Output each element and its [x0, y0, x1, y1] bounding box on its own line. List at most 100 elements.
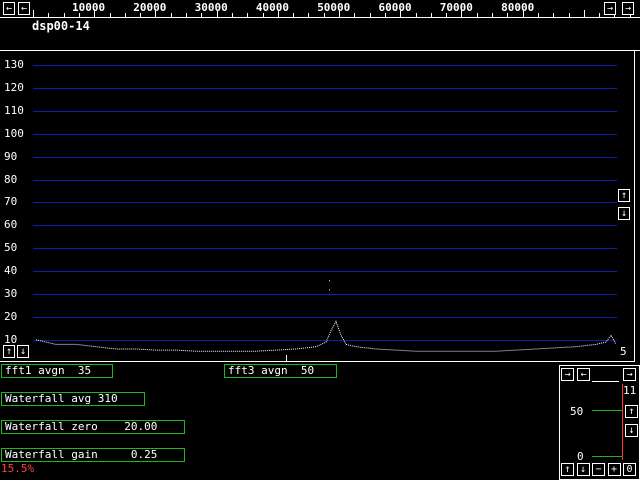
waterfall-gain-control[interactable]: Waterfall gain 0.25	[1, 448, 185, 462]
y-tick-label: 110	[4, 103, 24, 117]
grid-line	[33, 156, 617, 158]
grid-line	[33, 339, 617, 341]
y-tick-label: 120	[4, 80, 24, 94]
right-value-label: 5	[620, 345, 627, 358]
frequency-tick	[537, 13, 539, 17]
frequency-label: 60000	[378, 1, 412, 14]
frequency-tick	[522, 10, 524, 17]
mini-bottom-line	[592, 456, 622, 457]
frequency-tick	[170, 13, 172, 17]
mini-bottom-label: 0	[577, 450, 584, 463]
frequency-tick	[568, 13, 570, 17]
waterfall-zero-control[interactable]: Waterfall zero 20.00	[1, 420, 185, 434]
grid-line	[33, 179, 617, 181]
frequency-tick	[78, 13, 80, 17]
fft1-avgn-control[interactable]: fft1 avgn 35	[1, 364, 113, 378]
percent-indicator: 15.5%	[1, 462, 35, 475]
spectrum-offset-up-button[interactable]: ↑	[3, 345, 15, 358]
frequency-tick	[461, 10, 463, 17]
mini-left-arrow-button[interactable]: ←	[577, 368, 590, 381]
frequency-tick	[293, 13, 295, 17]
window-title: dsp00-14	[32, 19, 90, 33]
frequency-label: 50000	[317, 1, 351, 14]
frequency-tick	[201, 13, 203, 17]
frequency-label: 70000	[439, 1, 473, 14]
frequency-tick	[430, 13, 432, 17]
frequency-tick	[384, 13, 386, 17]
frequency-tick	[94, 10, 96, 17]
frequency-tick	[446, 13, 448, 17]
grid-line	[33, 271, 617, 273]
mini-red-line	[622, 384, 623, 460]
y-tick-label: 90	[4, 149, 18, 163]
frequency-tick	[507, 13, 509, 17]
spectrum-scale-up-button[interactable]: ↑	[618, 189, 630, 202]
mini-top-label: 11	[623, 384, 637, 397]
mini-row-up-button[interactable]: ↑	[561, 463, 574, 476]
frequency-tick	[231, 13, 233, 17]
grid-line	[33, 294, 617, 295]
frequency-tick	[186, 13, 187, 17]
scale-scroll-left-button[interactable]: ←	[18, 2, 30, 15]
frequency-tick	[369, 13, 371, 17]
frequency-label: 30000	[194, 1, 228, 14]
y-tick-label: 100	[4, 126, 24, 140]
mini-down-button[interactable]: ↓	[625, 424, 638, 437]
frequency-tick	[63, 13, 65, 17]
frequency-tick	[553, 13, 555, 17]
fft3-avgn-control[interactable]: fft3 avgn 50	[224, 364, 337, 378]
frequency-tick	[124, 13, 126, 17]
frequency-tick	[308, 13, 310, 17]
mini-row-zero-button[interactable]: 0	[623, 463, 636, 476]
y-tick-label: 30	[4, 287, 18, 300]
scale-left-arrow-button[interactable]: ←	[3, 2, 15, 15]
grid-line	[33, 248, 617, 250]
mini-up-button[interactable]: ↑	[625, 405, 638, 418]
frequency-tick	[415, 13, 417, 17]
y-tick-label: 50	[4, 241, 18, 255]
grid-line	[33, 225, 617, 227]
frequency-tick	[48, 13, 50, 17]
mini-right2-arrow-button[interactable]: →	[623, 368, 636, 381]
frequency-label: 40000	[255, 1, 290, 14]
scale-far-right-arrow-button[interactable]: →	[622, 2, 634, 15]
frequency-tick	[476, 13, 478, 17]
frequency-tick	[323, 13, 325, 17]
waterfall-avg-control[interactable]: Waterfall avg 310	[1, 392, 145, 406]
frequency-tick	[140, 13, 142, 17]
spectrum-scale-down-button[interactable]: ↓	[618, 207, 630, 220]
frequency-scale-bar: ← ← 10000 20000 30000 40000 50000 60000 70000 8…	[0, 0, 640, 18]
mini-row-plus-button[interactable]: +	[607, 463, 621, 476]
frequency-tick	[155, 10, 157, 17]
frequency-tick	[400, 10, 402, 17]
y-tick-label: 40	[4, 264, 18, 278]
grid-line	[33, 133, 617, 135]
y-tick-label: 80	[4, 172, 18, 186]
grid-line	[33, 87, 617, 89]
frequency-label: 80000	[501, 1, 535, 14]
spectrum-offset-down-button[interactable]: ↓	[17, 345, 29, 358]
grid-line	[33, 316, 617, 318]
frequency-tick	[599, 13, 601, 17]
frequency-tick	[339, 10, 340, 17]
mini-mid-label: 50	[570, 405, 584, 418]
mini-right-arrow-button[interactable]: →	[561, 368, 574, 381]
frequency-tick	[216, 10, 218, 17]
mini-row-down-button[interactable]: ↓	[576, 463, 590, 476]
grid-line	[33, 110, 617, 112]
frequency-tick	[354, 13, 356, 17]
frequency-tick	[583, 10, 585, 17]
grid-line	[33, 65, 617, 66]
frequency-tick	[492, 13, 493, 17]
mini-mid-line	[592, 410, 622, 411]
mini-slider-track[interactable]	[592, 381, 619, 382]
scale-right-arrow-button[interactable]: →	[604, 2, 616, 15]
mini-row-minus-button[interactable]: −	[592, 463, 605, 476]
spectrum-panel: 130 120 110 100 90 80 70 60 50 40 30 20 10	[0, 51, 635, 362]
y-tick-label: 20	[4, 309, 18, 323]
frequency-tick	[277, 10, 279, 17]
y-tick-label: 10	[4, 332, 18, 346]
grid-line	[33, 202, 617, 204]
frequency-tick	[262, 13, 264, 17]
y-tick-label: 60	[4, 218, 18, 232]
